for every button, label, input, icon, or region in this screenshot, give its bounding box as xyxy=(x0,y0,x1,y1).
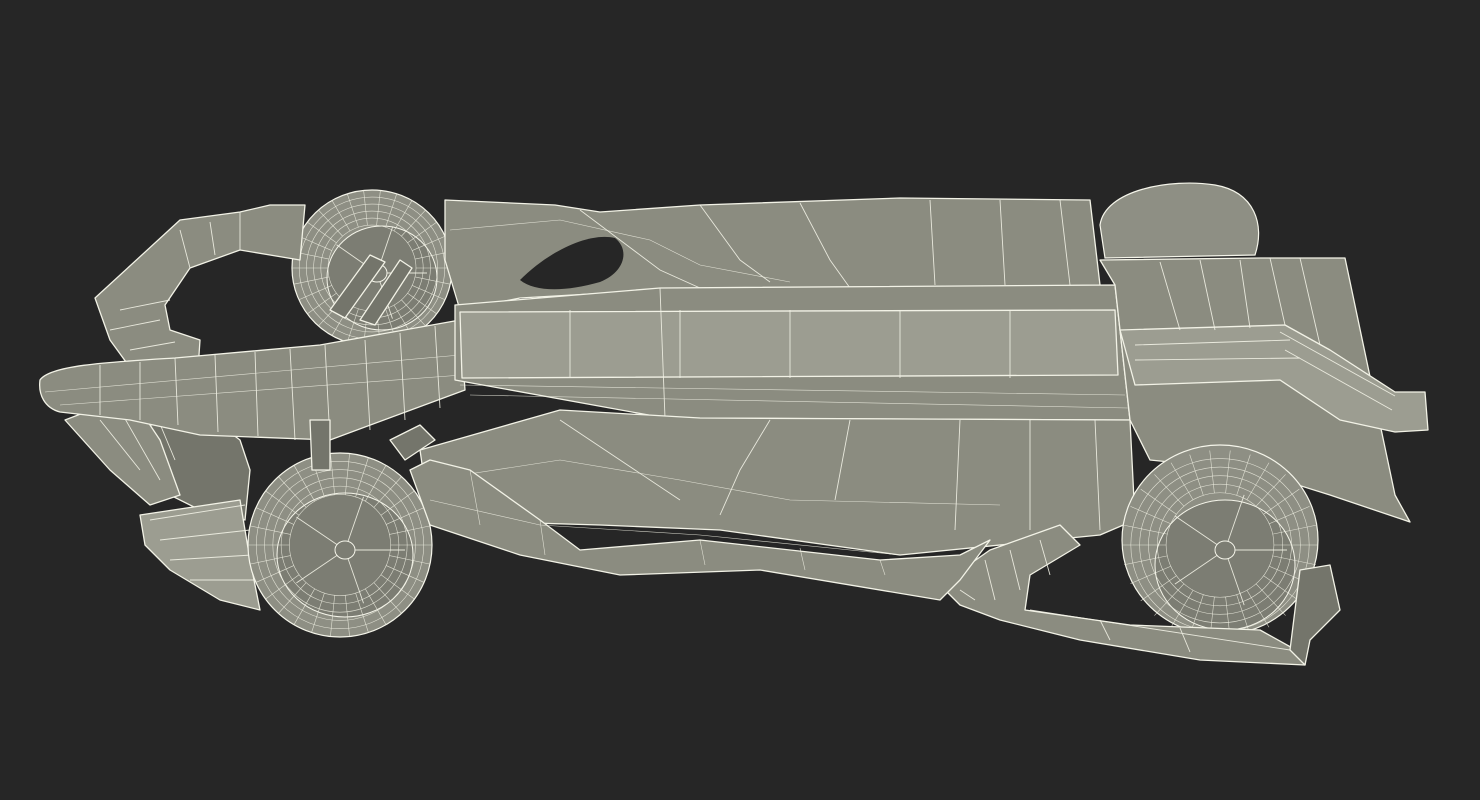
front-right-wheel xyxy=(1099,182,1260,259)
central-cover xyxy=(454,284,1131,421)
front-left-wheel xyxy=(1121,444,1319,640)
race-car-wireframe-render xyxy=(39,182,1429,666)
render-viewport xyxy=(0,0,1480,800)
rear-right-wheel xyxy=(247,452,433,638)
